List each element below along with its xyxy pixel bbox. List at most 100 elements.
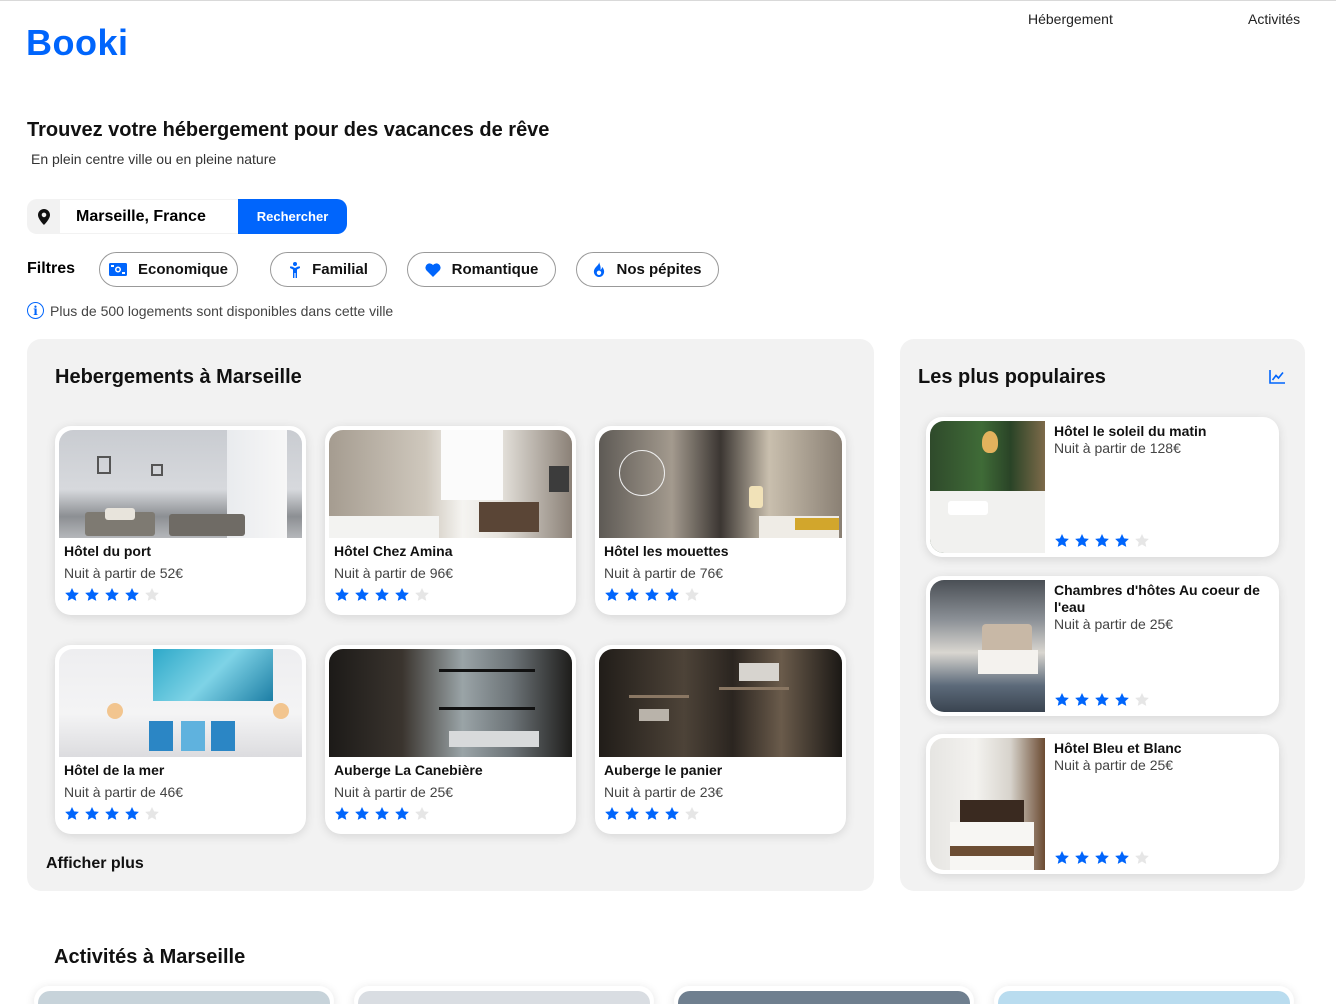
popular-photo (930, 738, 1045, 870)
filter-romantique[interactable]: Romantique (407, 252, 556, 287)
availability-text: Plus de 500 logements sont disponibles d… (50, 302, 394, 319)
star-filled-icon (605, 807, 619, 820)
activity-photo (38, 991, 330, 1004)
popular-price: Nuit à partir de 25€ (1054, 616, 1174, 632)
listing-price: Nuit à partir de 76€ (604, 565, 724, 581)
filter-economique[interactable]: Economique (99, 252, 238, 287)
star-empty-icon (145, 807, 159, 820)
star-filled-icon (335, 807, 349, 820)
popular-photo (930, 421, 1045, 553)
listing-price: Nuit à partir de 25€ (334, 784, 454, 800)
filters-label: Filtres (27, 260, 76, 277)
activity-card[interactable] (354, 986, 654, 1004)
star-rating (64, 587, 160, 603)
star-filled-icon (395, 588, 409, 601)
star-filled-icon (1095, 851, 1109, 864)
listing-name: Hôtel Chez Amina (334, 543, 453, 559)
listing-name: Auberge La Canebière (334, 762, 483, 778)
star-filled-icon (105, 807, 119, 820)
search-button[interactable]: Rechercher (238, 199, 347, 234)
star-filled-icon (605, 588, 619, 601)
star-filled-icon (625, 807, 639, 820)
star-filled-icon (395, 807, 409, 820)
info-icon: i (27, 302, 44, 319)
listing-photo (599, 649, 842, 757)
nav-link-hebergement[interactable]: Hébergement (1028, 11, 1113, 27)
star-filled-icon (85, 588, 99, 601)
star-filled-icon (1115, 693, 1129, 706)
listing-photo (59, 649, 302, 757)
listing-photo (59, 430, 302, 538)
star-filled-icon (1075, 534, 1089, 547)
star-filled-icon (1075, 693, 1089, 706)
popular-price: Nuit à partir de 128€ (1054, 440, 1181, 456)
star-filled-icon (645, 588, 659, 601)
listing-card[interactable]: Hôtel Chez Amina Nuit à partir de 96€ (325, 426, 576, 615)
star-rating (334, 587, 430, 603)
listing-name: Hôtel du port (64, 543, 152, 559)
star-filled-icon (1055, 693, 1069, 706)
location-pin-icon (27, 199, 60, 234)
popular-name: Hôtel Bleu et Blanc (1054, 740, 1182, 756)
activity-card[interactable] (34, 986, 334, 1004)
star-filled-icon (1055, 534, 1069, 547)
star-filled-icon (65, 807, 79, 820)
listing-card[interactable]: Hôtel de la mer Nuit à partir de 46€ (55, 645, 306, 834)
star-empty-icon (415, 588, 429, 601)
star-empty-icon (685, 588, 699, 601)
listing-price: Nuit à partir de 23€ (604, 784, 724, 800)
star-empty-icon (415, 807, 429, 820)
listing-photo (329, 649, 572, 757)
star-filled-icon (1075, 851, 1089, 864)
star-filled-icon (665, 807, 679, 820)
filter-nos-pepites[interactable]: Nos pépites (576, 252, 719, 287)
listing-price: Nuit à partir de 52€ (64, 565, 184, 581)
activity-photo (678, 991, 970, 1004)
nav-link-activites[interactable]: Activités (1248, 11, 1300, 27)
star-filled-icon (85, 807, 99, 820)
activity-card[interactable] (674, 986, 974, 1004)
popular-photo (930, 580, 1045, 712)
filter-familial[interactable]: Familial (270, 252, 387, 287)
star-filled-icon (1095, 693, 1109, 706)
listing-card[interactable]: Auberge le panier Nuit à partir de 23€ (595, 645, 846, 834)
listing-name: Hôtel de la mer (64, 762, 165, 778)
star-filled-icon (375, 588, 389, 601)
star-filled-icon (625, 588, 639, 601)
star-filled-icon (105, 588, 119, 601)
activity-card[interactable] (994, 986, 1294, 1004)
fire-icon (593, 262, 605, 277)
star-rating (1054, 533, 1150, 549)
star-filled-icon (645, 807, 659, 820)
show-more-link[interactable]: Afficher plus (46, 855, 144, 873)
search-input[interactable]: Marseille, France (60, 199, 238, 234)
page-title: Trouvez votre hébergement pour des vacan… (27, 119, 550, 141)
star-rating (334, 806, 430, 822)
star-rating (604, 587, 700, 603)
money-bill-icon (108, 263, 127, 276)
star-filled-icon (375, 807, 389, 820)
popular-card[interactable]: Chambres d'hôtes Au coeur de l'eau Nuit … (926, 576, 1279, 716)
child-icon (289, 261, 301, 278)
popular-card[interactable]: Hôtel le soleil du matin Nuit à partir d… (926, 417, 1279, 557)
booki-logo[interactable]: Booki (26, 22, 129, 64)
star-filled-icon (125, 807, 139, 820)
heart-icon (425, 262, 441, 277)
popular-title: Les plus populaires (918, 366, 1106, 388)
star-filled-icon (125, 588, 139, 601)
listing-price: Nuit à partir de 46€ (64, 784, 184, 800)
listing-card[interactable]: Hôtel les mouettes Nuit à partir de 76€ (595, 426, 846, 615)
activity-photo (358, 991, 650, 1004)
listing-name: Hôtel les mouettes (604, 543, 729, 559)
listing-name: Auberge le panier (604, 762, 723, 778)
star-filled-icon (1115, 851, 1129, 864)
listing-card[interactable]: Hôtel du port Nuit à partir de 52€ (55, 426, 306, 615)
popular-card[interactable]: Hôtel Bleu et Blanc Nuit à partir de 25€ (926, 734, 1279, 874)
star-rating (604, 806, 700, 822)
listing-card[interactable]: Auberge La Canebière Nuit à partir de 25… (325, 645, 576, 834)
star-filled-icon (1055, 851, 1069, 864)
star-empty-icon (1135, 851, 1149, 864)
star-filled-icon (355, 588, 369, 601)
activities-title: Activités à Marseille (54, 946, 246, 968)
star-empty-icon (685, 807, 699, 820)
